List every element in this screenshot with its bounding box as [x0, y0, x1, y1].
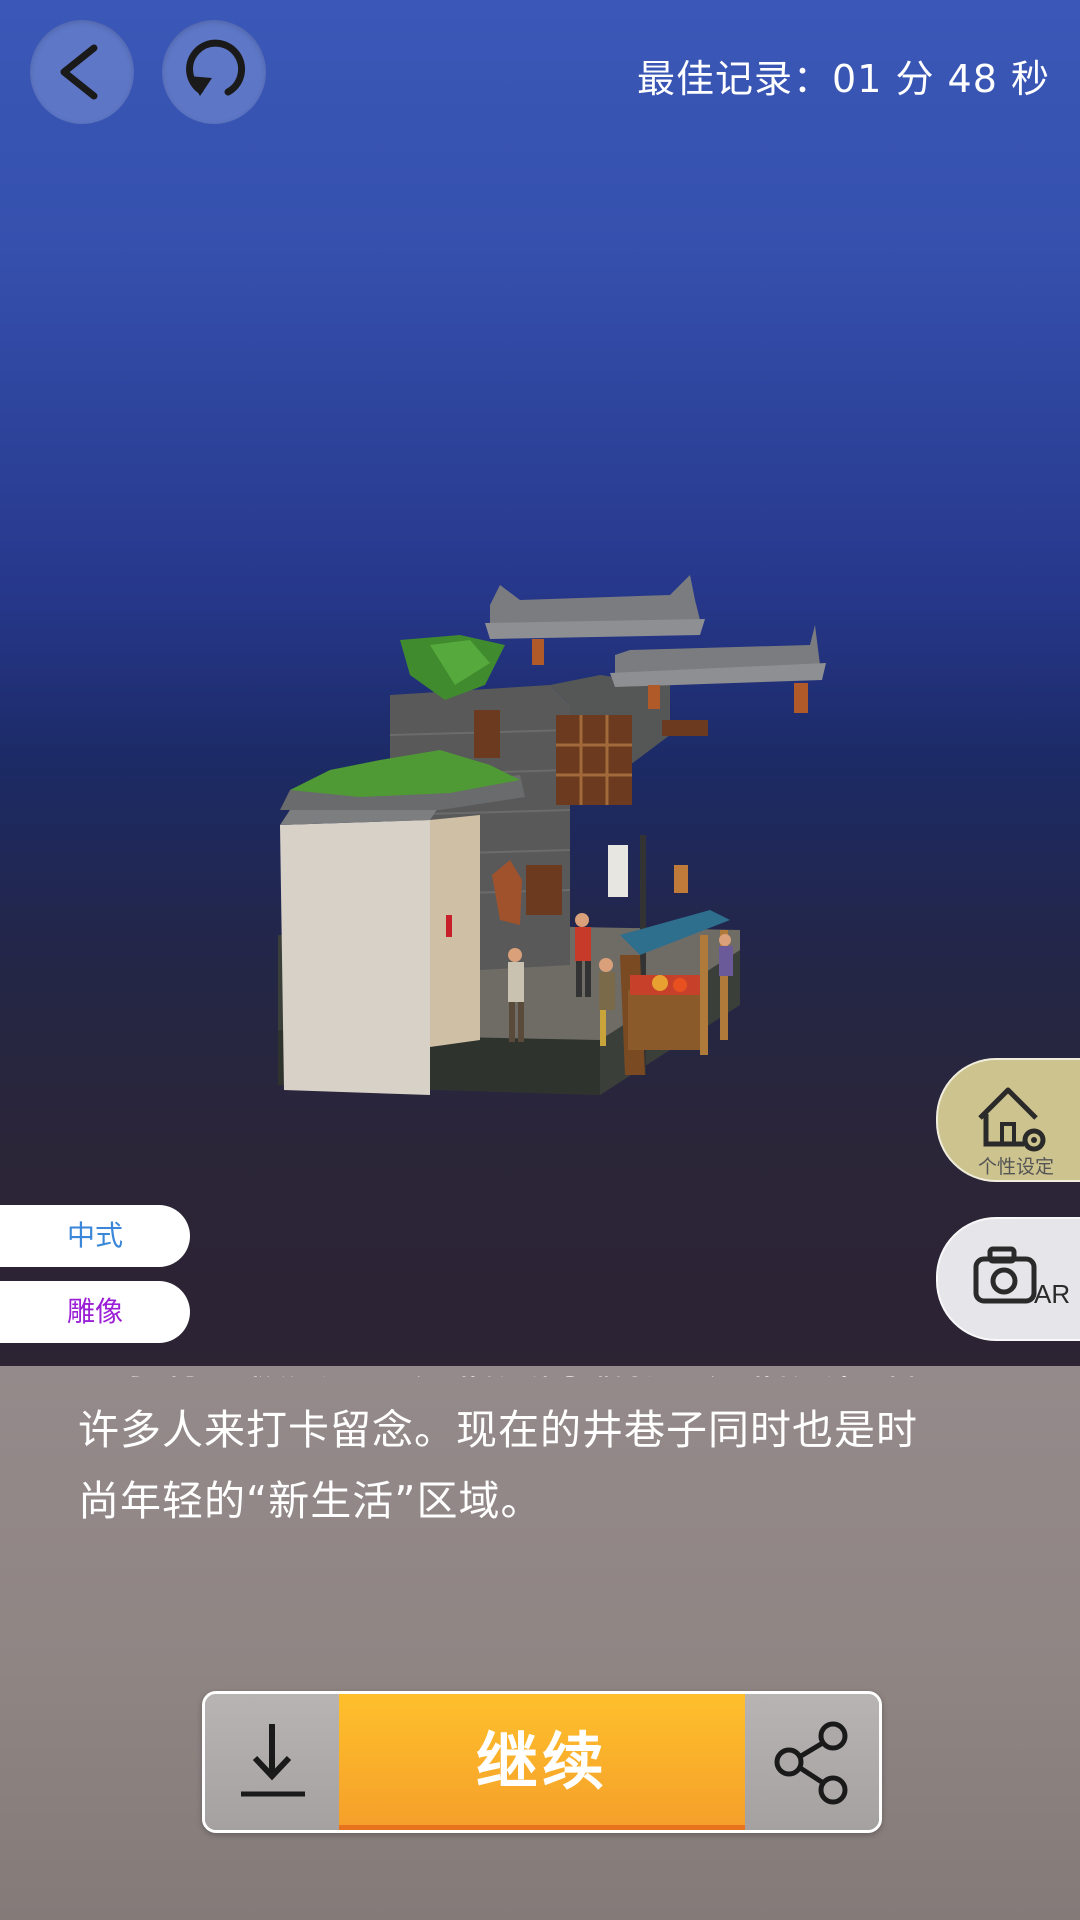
- refresh-icon: [186, 39, 246, 96]
- tag-type-statue[interactable]: 雕像: [0, 1281, 190, 1343]
- ar-camera-button[interactable]: AR: [936, 1217, 1080, 1341]
- description-scroll-area[interactable]: 巷子有一极其重的民俗风韵缩影的民俗文化墙。 许多人来打卡留念。现在的井巷子同时也…: [78, 1376, 1018, 1676]
- share-icon: [774, 1721, 848, 1805]
- chevron-left-icon: [60, 44, 98, 100]
- description-line: 许多人来打卡留念。现在的井巷子同时也是时: [78, 1406, 918, 1454]
- diorama-illustration[interactable]: [270, 535, 830, 1165]
- share-button[interactable]: [745, 1694, 879, 1830]
- back-button[interactable]: [30, 20, 134, 124]
- personal-settings-label: 个性设定: [978, 1156, 1055, 1178]
- continue-label: 继续: [475, 1725, 608, 1798]
- description-line: 尚年轻的“新生活”区域。: [78, 1477, 543, 1525]
- continue-button[interactable]: 继续: [339, 1694, 745, 1830]
- download-icon: [241, 1724, 305, 1797]
- best-record: 最佳记录：01 分 48 秒: [637, 57, 1050, 101]
- restart-button[interactable]: [162, 20, 266, 124]
- camera-icon: AR: [973, 1246, 1070, 1309]
- top-bar: 最佳记录：01 分 48 秒: [0, 0, 1080, 150]
- description-panel[interactable]: 巷子有一极其重的民俗风韵缩影的民俗文化墙。 许多人来打卡留念。现在的井巷子同时也…: [0, 1366, 1080, 1920]
- ar-label: AR: [1034, 1279, 1070, 1309]
- tag-style-chinese[interactable]: 中式: [0, 1205, 190, 1267]
- personal-settings-button[interactable]: 个性设定: [936, 1058, 1080, 1182]
- download-button[interactable]: [205, 1694, 339, 1830]
- description-line: 巷子有一极其重的民俗风韵缩影的民俗文化墙。: [78, 1376, 1018, 1395]
- description-text: 巷子有一极其重的民俗风韵缩影的民俗文化墙。 许多人来打卡留念。现在的井巷子同时也…: [78, 1376, 1018, 1537]
- action-bar: 继续: [202, 1691, 882, 1833]
